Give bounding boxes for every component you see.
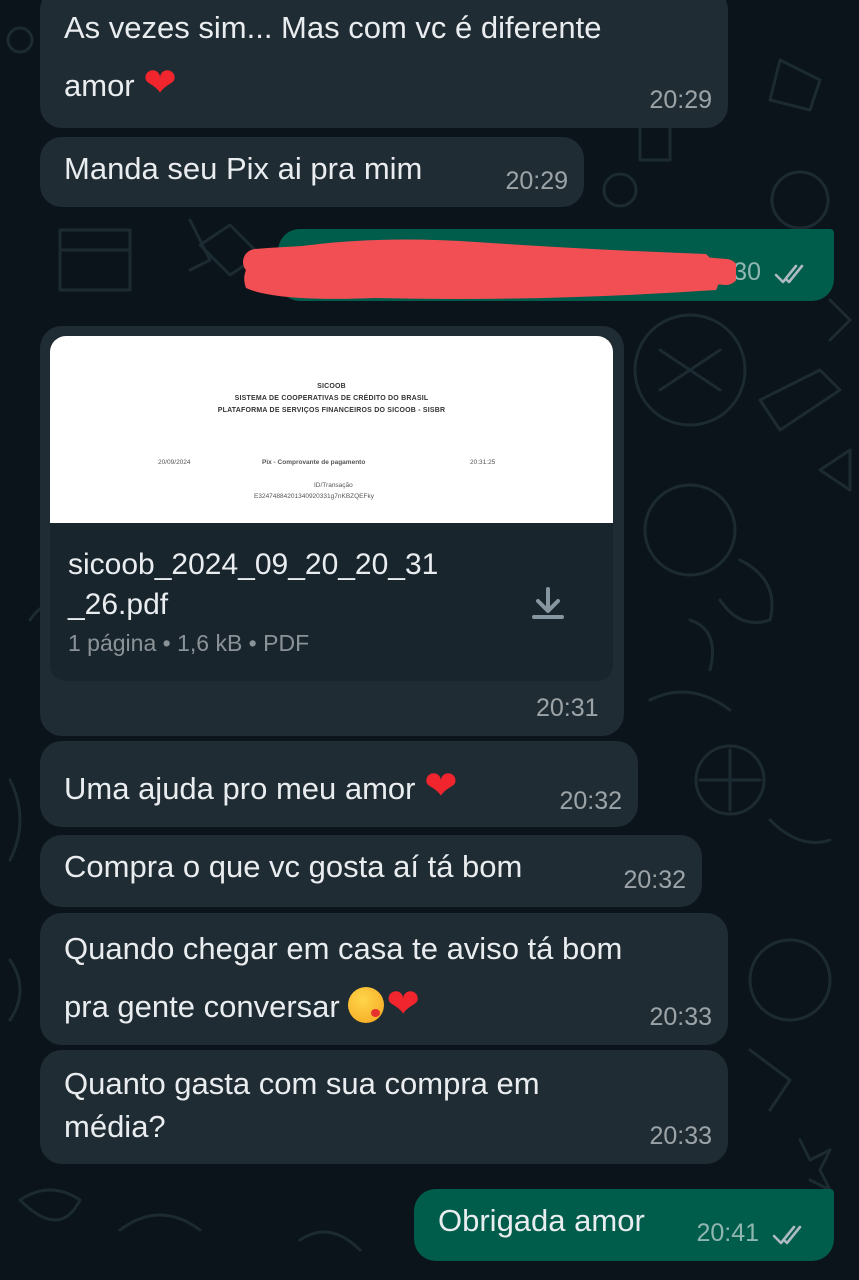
chat-thread[interactable]: As vezes sim... Mas com vc é diferente a… — [0, 0, 859, 1280]
message-timestamp: 20:31 — [536, 694, 599, 722]
message-line: As vezes sim... Mas com vc é diferente — [64, 10, 602, 45]
message-timestamp: 30 — [733, 253, 810, 292]
message-text: Manda seu Pix ai pra mim — [64, 151, 423, 186]
pdf-preview-thumbnail[interactable]: SICOOB SISTEMA DE COOPERATIVAS DE CRÉDIT… — [50, 336, 613, 523]
document-meta: 1 página • 1,6 kB • PDF — [68, 630, 310, 656]
message-line: Quando chegar em casa te aviso tá bom — [64, 931, 623, 966]
incoming-message[interactable]: As vezes sim... Mas com vc é diferente a… — [40, 0, 728, 128]
message-text: As vezes sim... Mas com vc é diferente a… — [64, 4, 602, 114]
double-check-icon — [772, 1225, 802, 1244]
message-text: Quanto gasta com sua compra em média? — [64, 1062, 540, 1149]
incoming-message[interactable]: Compra o que vc gosta aí tá bom 20:32 — [40, 835, 702, 907]
red-heart-emoji: ❤ — [386, 981, 420, 1028]
message-line: Quanto gasta com sua compra em — [64, 1066, 540, 1101]
message-timestamp: 20:29 — [505, 167, 568, 196]
document-info[interactable]: sicoob_2024_09_20_20_31 _26.pdf 1 página… — [50, 523, 613, 681]
red-heart-emoji: ❤ — [424, 763, 458, 809]
message-text: Quando chegar em casa te aviso tá bom pr… — [64, 925, 622, 1035]
pdf-preview-line: SISTEMA DE COOPERATIVAS DE CRÉDITO DO BR… — [234, 395, 429, 402]
message-line: média? — [64, 1109, 166, 1145]
outgoing-message[interactable]: Obrigada amor 20:41 — [414, 1189, 834, 1261]
message-line: amor — [64, 68, 135, 104]
message-timestamp: 20:33 — [649, 1122, 712, 1151]
incoming-message[interactable]: Quanto gasta com sua compra em média? 20… — [40, 1050, 728, 1164]
message-text: Uma ajuda pro meu amor ❤ — [64, 763, 458, 809]
incoming-message[interactable]: Uma ajuda pro meu amor ❤ 20:32 — [40, 741, 638, 827]
face-blowing-kiss-emoji — [348, 987, 385, 1024]
message-text: Obrigada amor — [438, 1203, 645, 1238]
pdf-preview-date: 20/09/2024 — [158, 459, 191, 466]
message-timestamp: 20:29 — [649, 86, 712, 115]
pdf-preview-id-label: ID/Transação — [314, 482, 353, 489]
pdf-preview-line: PLATAFORMA DE SERVIÇOS FINANCEIROS DO SI… — [217, 407, 446, 414]
pdf-preview-id-value: E32474884201340920331g7nKBZQEFky — [254, 493, 374, 500]
download-icon[interactable] — [524, 581, 572, 629]
pdf-preview-title: Pix - Comprovante de pagamento — [262, 459, 366, 466]
message-timestamp: 20:32 — [559, 787, 622, 816]
red-heart-emoji: ❤ — [143, 60, 177, 107]
message-text: Compra o que vc gosta aí tá bom — [64, 849, 523, 884]
double-check-icon — [774, 264, 804, 283]
message-line: pra gente conversar — [64, 989, 340, 1025]
pdf-preview-time: 20:31:25 — [470, 459, 496, 466]
message-timestamp: 20:33 — [649, 1003, 712, 1032]
incoming-message[interactable]: Quando chegar em casa te aviso tá bom pr… — [40, 913, 728, 1045]
message-timestamp: 20:32 — [623, 866, 686, 895]
incoming-message[interactable]: Manda seu Pix ai pra mim 20:29 — [40, 137, 584, 207]
pdf-preview-line: SICOOB — [317, 383, 346, 390]
message-timestamp: 20:41 — [696, 1214, 808, 1253]
document-file-name: sicoob_2024_09_20_20_31 _26.pdf — [68, 548, 439, 621]
redaction-scribble — [243, 239, 736, 299]
